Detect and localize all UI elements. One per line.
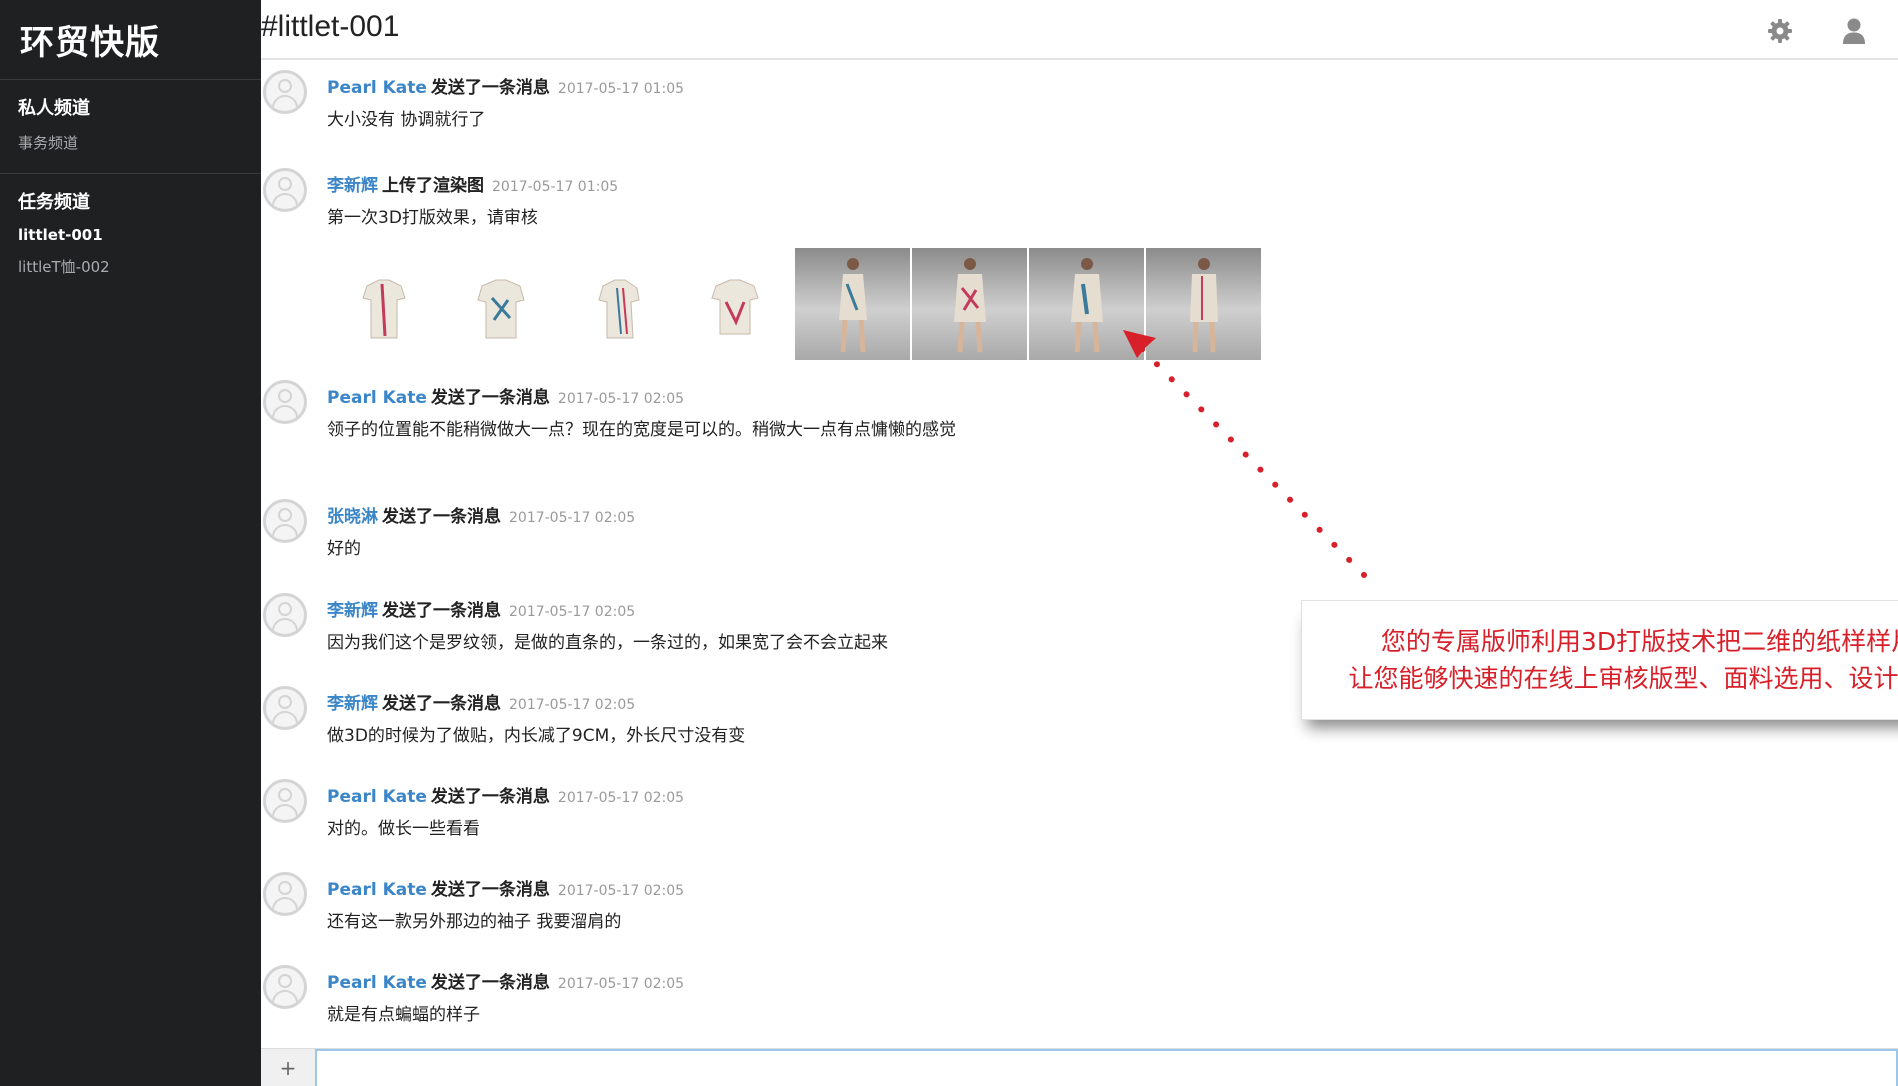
sidebar-item-affairs[interactable]: 事务频道 (18, 132, 261, 153)
pattern-image-back[interactable] (444, 248, 559, 360)
message-text: 对的。做长一些看看 (327, 819, 480, 839)
private-channels-section: 私人频道 事务频道 (0, 80, 261, 174)
avatar[interactable] (263, 168, 307, 212)
sidebar-item-littlet-002[interactable]: littleT恤-002 (18, 256, 261, 277)
message-action: 发送了一条消息 (382, 601, 501, 621)
message-time: 2017-05-17 02:05 (509, 697, 636, 713)
message-time: 2017-05-17 01:05 (492, 179, 619, 195)
avatar-render-image-4[interactable] (1146, 248, 1261, 360)
message-action: 发送了一条消息 (382, 694, 501, 714)
avatar-render-image-1[interactable] (795, 248, 910, 360)
message-time: 2017-05-17 02:05 (509, 510, 636, 526)
sidebar-item-littlet-001[interactable]: littlet-001 (18, 226, 261, 244)
section-title-tasks: 任务频道 (18, 192, 90, 213)
sidebar: 环贸快版 私人频道 事务频道 任务频道 littlet-001 littleT恤… (0, 0, 261, 1086)
message-text: 大小没有 协调就行了 (327, 110, 486, 130)
message-action: 发送了一条消息 (430, 880, 550, 900)
render-image-strip (327, 248, 1263, 360)
channel-header: #littlet-001 (261, 0, 1898, 60)
message-action: 上传了渲染图 (382, 176, 484, 196)
avatar[interactable] (263, 499, 307, 543)
annotation-line-1: 您的专属版师利用3D打版技术把二维的纸样样片合成三维效果 (1380, 627, 1898, 656)
avatar[interactable] (263, 593, 307, 637)
message-composer: + (261, 1048, 1898, 1086)
message-text: 因为我们这个是罗纹领，是做的直条的，一条过的，如果宽了会不会立起来 (327, 633, 888, 653)
message-time: 2017-05-17 02:05 (509, 604, 636, 620)
message-time: 2017-05-17 02:05 (557, 976, 685, 992)
avatar[interactable] (263, 380, 307, 424)
avatar[interactable] (263, 70, 307, 114)
message-action: 发送了一条消息 (430, 787, 550, 807)
avatar[interactable] (263, 872, 307, 916)
message-text: 就是有点蝙蝠的样子 (327, 1005, 480, 1025)
message-sender[interactable]: Pearl Kate (327, 787, 427, 807)
task-channels-section: 任务频道 littlet-001 littleT恤-002 (0, 174, 261, 297)
message-sender[interactable]: 李新辉 (327, 176, 378, 196)
message-list: Pearl Kate 发送了一条消息 2017-05-17 01:05 大小没有 协… (261, 62, 1898, 1048)
message-text: 做3D的时候为了做贴，内长减了9CM，外长尺寸没有变 (327, 726, 746, 746)
avatar[interactable] (263, 965, 307, 1009)
message-action: 发送了一条消息 (382, 507, 501, 527)
message-text: 好的 (327, 539, 361, 559)
message-sender[interactable]: Pearl Kate (327, 880, 427, 900)
pattern-image-front[interactable] (327, 248, 442, 360)
message-sender[interactable]: 李新辉 (327, 601, 378, 621)
attach-plus-button[interactable]: + (261, 1049, 315, 1086)
message-time: 2017-05-17 01:05 (557, 81, 685, 97)
avatar[interactable] (263, 686, 307, 730)
message-sender[interactable]: Pearl Kate (327, 78, 427, 98)
message-action: 发送了一条消息 (430, 78, 550, 98)
message-action: 发送了一条消息 (430, 973, 550, 993)
annotation-callout: 您的专属版师利用3D打版技术把二维的纸样样片合成三维效果 让您能够快速的在线上审… (1301, 600, 1898, 720)
message-text: 第一次3D打版效果，请审核 (327, 208, 538, 228)
pattern-image-detail[interactable] (678, 248, 793, 360)
pattern-image-side[interactable] (561, 248, 676, 360)
message-sender[interactable]: Pearl Kate (327, 973, 427, 993)
message-sender[interactable]: Pearl Kate (327, 388, 427, 408)
avatar-render-image-2[interactable] (912, 248, 1027, 360)
gear-icon[interactable] (1765, 16, 1795, 46)
message-time: 2017-05-17 02:05 (557, 790, 685, 806)
message-text: 还有这一款另外那边的袖子 我要溜肩的 (327, 912, 622, 932)
section-title-private: 私人频道 (18, 98, 90, 119)
user-icon[interactable] (1839, 16, 1869, 46)
app-brand: 环贸快版 (0, 0, 261, 80)
message-time: 2017-05-17 02:05 (557, 391, 685, 407)
message-time: 2017-05-17 02:05 (557, 883, 685, 899)
message-sender[interactable]: 李新辉 (327, 694, 378, 714)
avatar[interactable] (263, 779, 307, 823)
message-action: 发送了一条消息 (430, 388, 550, 408)
message-sender[interactable]: 张晓淋 (327, 507, 378, 527)
annotation-line-2: 让您能够快速的在线上审核版型、面料选用、设计方案以及工艺要求 (1348, 664, 1898, 693)
channel-title: #littlet-001 (261, 10, 400, 43)
avatar-render-image-3[interactable] (1029, 248, 1144, 360)
message-input[interactable] (315, 1049, 1898, 1086)
message-text: 领子的位置能不能稍微做大一点？现在的宽度是可以的。稍微大一点有点慵懒的感觉 (327, 420, 956, 440)
